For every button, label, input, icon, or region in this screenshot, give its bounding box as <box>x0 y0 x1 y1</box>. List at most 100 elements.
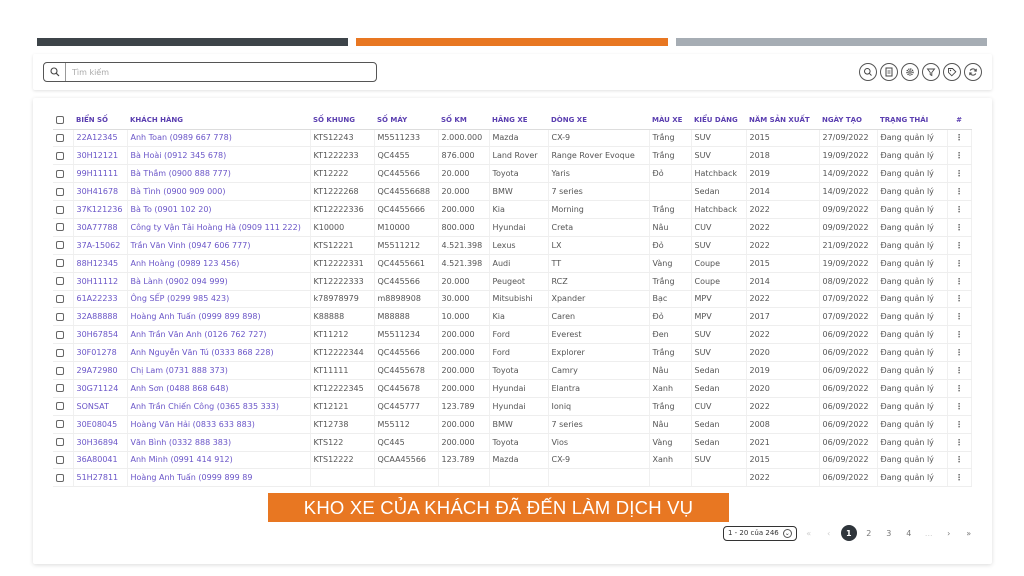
cell-plate[interactable]: 30A77788 <box>73 218 128 237</box>
more-actions-icon[interactable]: ⋮ <box>955 330 963 339</box>
column-header[interactable]: NGÀY TẠO <box>819 112 877 130</box>
document-icon[interactable] <box>880 63 898 81</box>
prev-page-button[interactable]: ‹ <box>821 525 837 541</box>
header-select-all[interactable] <box>53 112 73 130</box>
cell-plate[interactable]: 51H27811 <box>73 468 128 488</box>
table-row[interactable]: 30H36894 Văn Bình (0332 888 383) KTS122 QC4… <box>53 433 972 452</box>
table-row[interactable]: 30E08045 Hoàng Văn Hải (0833 633 883) KT12… <box>53 415 972 434</box>
more-actions-icon[interactable]: ⋮ <box>955 259 963 268</box>
row-checkbox[interactable] <box>56 312 64 321</box>
column-header[interactable]: BIỂN SỐ <box>73 112 127 130</box>
cell-customer[interactable]: Anh Sơn (0488 868 648) <box>127 379 311 398</box>
table-row[interactable]: 30H41678 Bà Tình (0900 909 000) KT1222268 Q… <box>53 182 972 202</box>
cell-customer[interactable]: Bà Thắm (0900 888 777) <box>127 164 311 184</box>
row-checkbox[interactable] <box>56 420 64 429</box>
cell-customer[interactable]: Anh Nguyễn Văn Tú (0333 868 228) <box>127 343 311 363</box>
column-header[interactable]: KHÁCH HÀNG <box>127 112 310 130</box>
cell-plate[interactable]: SONSAT <box>73 397 128 416</box>
cell-customer[interactable]: Văn Bình (0332 888 383) <box>127 433 311 452</box>
more-actions-icon[interactable]: ⋮ <box>955 420 963 429</box>
column-header[interactable]: TRẠNG THÁI <box>877 112 947 130</box>
more-actions-icon[interactable]: ⋮ <box>955 473 963 482</box>
cell-customer[interactable]: Anh Hoàng (0989 123 456) <box>127 254 311 273</box>
row-checkbox[interactable] <box>56 330 64 339</box>
row-checkbox[interactable] <box>56 187 64 196</box>
page-size-select[interactable]: 1 - 20 của 246 ⌄ <box>723 525 797 541</box>
table-row[interactable]: 37A-15062 Trần Văn Vinh (0947 606 777) KTS… <box>53 236 972 255</box>
row-checkbox[interactable] <box>56 151 64 160</box>
cell-plate[interactable]: 36A80041 <box>73 451 128 470</box>
search-icon[interactable] <box>44 63 66 81</box>
more-actions-icon[interactable]: ⋮ <box>955 455 963 464</box>
table-row[interactable]: 88H12345 Anh Hoàng (0989 123 456) KT122223… <box>53 254 972 273</box>
row-checkbox[interactable] <box>56 223 64 232</box>
more-actions-icon[interactable]: ⋮ <box>955 294 963 303</box>
search-icon[interactable] <box>859 63 877 81</box>
cell-customer[interactable]: Chị Lam (0731 888 373) <box>127 361 311 380</box>
last-page-button[interactable]: » <box>961 525 977 541</box>
more-actions-icon[interactable]: ⋮ <box>955 133 963 142</box>
row-checkbox[interactable] <box>56 366 64 375</box>
tag-icon[interactable] <box>943 63 961 81</box>
table-row[interactable]: 99H11111 Bà Thắm (0900 888 777) KT12222 QC4… <box>53 164 972 184</box>
next-page-button[interactable]: › <box>941 525 957 541</box>
cell-customer[interactable]: Anh Trần Chiến Công (0365 835 333) <box>127 397 311 416</box>
column-header[interactable]: HÃNG XE <box>489 112 548 130</box>
cell-plate[interactable]: 29A72980 <box>73 361 128 380</box>
cell-customer[interactable]: Ông SẾP (0299 985 423) <box>127 290 311 309</box>
more-actions-icon[interactable]: ⋮ <box>955 366 963 375</box>
row-checkbox[interactable] <box>56 277 64 286</box>
page-button[interactable]: 1 <box>840 525 857 541</box>
column-header[interactable]: MÀU XE <box>649 112 691 130</box>
row-checkbox[interactable] <box>56 384 64 393</box>
cell-customer[interactable]: Bà To (0901 102 20) <box>127 200 311 219</box>
page-button[interactable]: 2 <box>861 525 877 541</box>
cell-plate[interactable]: 30H36894 <box>73 433 128 452</box>
table-row[interactable]: 30H12121 Bà Hoài (0912 345 678) KT1222233 Q… <box>53 146 972 166</box>
search-input[interactable] <box>66 67 366 77</box>
cell-customer[interactable]: Bà Hoài (0912 345 678) <box>127 146 311 166</box>
column-header[interactable]: DÒNG XE <box>548 112 649 130</box>
column-header[interactable]: NĂM SẢN XUẤT <box>746 112 819 130</box>
more-actions-icon[interactable]: ⋮ <box>955 312 963 321</box>
more-actions-icon[interactable]: ⋮ <box>955 223 963 232</box>
table-row[interactable]: 30F01278 Anh Nguyễn Văn Tú (0333 868 228)… <box>53 343 972 363</box>
cell-customer[interactable]: Hoàng Anh Tuấn (0999 899 89 <box>127 468 311 488</box>
cell-plate[interactable]: 22A12345 <box>73 129 128 148</box>
cell-plate[interactable]: 88H12345 <box>73 254 128 273</box>
row-checkbox[interactable] <box>56 205 64 214</box>
row-checkbox[interactable] <box>56 133 64 142</box>
row-checkbox[interactable] <box>56 294 64 303</box>
table-row[interactable]: 29A72980 Chị Lam (0731 888 373) KT11111 QC4… <box>53 361 972 380</box>
cell-plate[interactable]: 37K121236 <box>73 200 128 219</box>
cell-plate[interactable]: 30E08045 <box>73 415 128 434</box>
more-actions-icon[interactable]: ⋮ <box>955 205 963 214</box>
cell-customer[interactable]: Trần Văn Vinh (0947 606 777) <box>127 236 311 255</box>
more-actions-icon[interactable]: ⋮ <box>955 402 963 411</box>
cell-customer[interactable]: Công ty Vận Tải Hoàng Hà (0909 111 222) <box>127 218 311 237</box>
table-row[interactable]: SONSAT Anh Trần Chiến Công (0365 835 333)… <box>53 397 972 416</box>
cell-plate[interactable]: 30H11112 <box>73 272 128 291</box>
cell-customer[interactable]: Anh Toan (0989 667 778) <box>127 129 311 148</box>
cell-plate[interactable]: 32A88888 <box>73 307 128 327</box>
column-header[interactable]: SỐ KM <box>438 112 489 130</box>
column-header[interactable]: SỐ KHUNG <box>310 112 374 130</box>
more-actions-icon[interactable]: ⋮ <box>955 348 963 357</box>
more-actions-icon[interactable]: ⋮ <box>955 151 963 160</box>
table-row[interactable]: 30H11112 Bà Lành (0902 094 999) KT12222333… <box>53 272 972 291</box>
row-checkbox[interactable] <box>56 438 64 447</box>
row-checkbox[interactable] <box>56 473 64 482</box>
select-all-checkbox[interactable] <box>56 116 64 125</box>
column-header[interactable]: SỐ MÁY <box>374 112 438 130</box>
more-actions-icon[interactable]: ⋮ <box>955 187 963 196</box>
cell-customer[interactable]: Bà Tình (0900 909 000) <box>127 182 311 202</box>
table-row[interactable]: 30G71124 Anh Sơn (0488 868 648) KT12222345… <box>53 379 972 398</box>
table-row[interactable]: 51H27811 Hoàng Anh Tuấn (0999 899 89 2022 0… <box>53 468 972 488</box>
table-row[interactable]: 61A22233 Ông SẾP (0299 985 423) k78978979 m… <box>53 290 972 309</box>
first-page-button[interactable]: « <box>801 525 817 541</box>
table-row[interactable]: 36A80041 Anh Minh (0991 414 912) KTS12222 Q… <box>53 451 972 470</box>
settings-icon[interactable] <box>901 63 919 81</box>
cell-plate[interactable]: 30G71124 <box>73 379 128 398</box>
more-actions-icon[interactable]: ⋮ <box>955 241 963 250</box>
cell-plate[interactable]: 99H11111 <box>73 164 128 184</box>
